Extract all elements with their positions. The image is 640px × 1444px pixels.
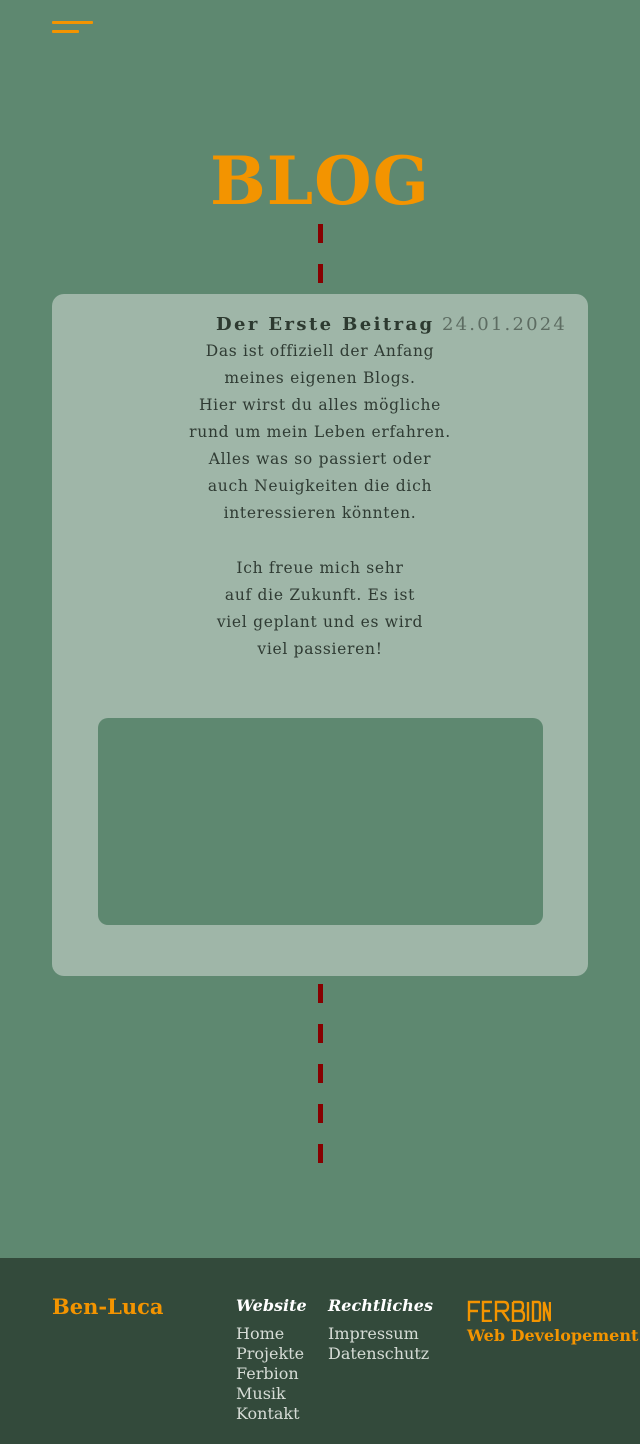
footer-link-kontakt[interactable]: Kontakt bbox=[236, 1404, 304, 1424]
footer-brand[interactable]: Ben-Luca bbox=[52, 1294, 164, 1319]
post-line: auch Neuigkeiten die dich bbox=[207, 477, 433, 495]
footer-link-impressum[interactable]: Impressum bbox=[328, 1324, 429, 1344]
footer-link-home[interactable]: Home bbox=[236, 1324, 304, 1344]
timeline-dash bbox=[318, 1144, 323, 1163]
post-line: interessieren könnten. bbox=[223, 504, 417, 522]
post-line: Hier wirst du alles mögliche bbox=[198, 396, 442, 414]
ferbion-logo[interactable] bbox=[467, 1300, 551, 1322]
post-image-placeholder bbox=[98, 718, 543, 925]
timeline-dash bbox=[318, 1104, 323, 1123]
post-line: viel geplant und es wird bbox=[216, 613, 424, 631]
menu-line bbox=[52, 21, 93, 24]
footer-link-musik[interactable]: Musik bbox=[236, 1384, 304, 1404]
post-date: 24.01.2024 bbox=[442, 314, 568, 335]
footer-link-projekte[interactable]: Projekte bbox=[236, 1344, 304, 1364]
post-line: rund um mein Leben erfahren. bbox=[189, 423, 451, 441]
menu-line bbox=[52, 30, 79, 33]
post-title: Der Erste Beitrag bbox=[216, 314, 435, 335]
site-footer: Ben-Luca Website Home Projekte Ferbion M… bbox=[0, 1258, 640, 1444]
post-body: Das ist offiziell der Anfang meines eige… bbox=[52, 338, 588, 663]
timeline-dash bbox=[318, 1024, 323, 1043]
timeline-dash bbox=[318, 984, 323, 1003]
post-paragraph: Das ist offiziell der Anfang meines eige… bbox=[52, 338, 588, 527]
post-line: meines eigenen Blogs. bbox=[224, 369, 416, 387]
post-line: viel passieren! bbox=[257, 640, 383, 658]
footer-link-ferbion[interactable]: Ferbion bbox=[236, 1364, 304, 1384]
post-line: Ich freue mich sehr bbox=[236, 559, 404, 577]
page-title: BLOG bbox=[209, 142, 431, 220]
post-line: auf die Zukunft. Es ist bbox=[224, 586, 416, 604]
footer-website-links: Home Projekte Ferbion Musik Kontakt bbox=[236, 1324, 304, 1424]
footer-link-datenschutz[interactable]: Datenschutz bbox=[328, 1344, 429, 1364]
post-paragraph: Ich freue mich sehr auf die Zukunft. Es … bbox=[52, 555, 588, 663]
footer-heading-website: Website bbox=[236, 1296, 307, 1315]
footer-legal-links: Impressum Datenschutz bbox=[328, 1324, 429, 1364]
post-line: Das ist offiziell der Anfang bbox=[205, 342, 435, 360]
timeline-dash bbox=[318, 1064, 323, 1083]
hamburger-menu-icon[interactable] bbox=[52, 20, 94, 40]
timeline-dash bbox=[318, 224, 323, 243]
footer-heading-legal: Rechtliches bbox=[328, 1296, 433, 1315]
timeline-dash bbox=[318, 264, 323, 283]
partner-subtitle[interactable]: Web Developement bbox=[467, 1326, 638, 1345]
blog-post-card: Der Erste Beitrag 24.01.2024 Das ist off… bbox=[52, 294, 588, 976]
post-line: Alles was so passiert oder bbox=[208, 450, 432, 468]
